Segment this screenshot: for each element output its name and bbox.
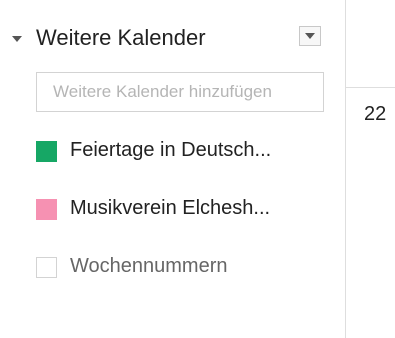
- sidebar-divider: [345, 0, 346, 338]
- calendar-item-label[interactable]: Feiertage in Deutsch...: [70, 139, 271, 162]
- calendar-item-musikverein[interactable]: Musikverein Elchesh...: [36, 194, 336, 226]
- calendar-color-swatch[interactable]: [36, 141, 57, 162]
- day-number[interactable]: 22: [364, 103, 386, 126]
- calendar-options-menu-button[interactable]: [299, 26, 321, 46]
- chevron-down-icon[interactable]: [12, 36, 22, 42]
- other-calendars-header: Weitere Kalender: [0, 18, 340, 58]
- calendar-color-swatch[interactable]: [36, 257, 57, 278]
- calendar-item-feiertage[interactable]: Feiertage in Deutsch...: [36, 136, 336, 168]
- calendar-item-wochennummern[interactable]: Wochennummern: [36, 252, 336, 284]
- section-title[interactable]: Weitere Kalender: [36, 25, 206, 51]
- calendar-item-label[interactable]: Musikverein Elchesh...: [70, 197, 270, 220]
- dropdown-menu-icon: [305, 33, 315, 39]
- grid-line: [346, 87, 395, 88]
- calendar-color-swatch[interactable]: [36, 199, 57, 220]
- add-calendar-input[interactable]: [36, 72, 324, 112]
- calendar-item-label[interactable]: Wochennummern: [70, 255, 227, 278]
